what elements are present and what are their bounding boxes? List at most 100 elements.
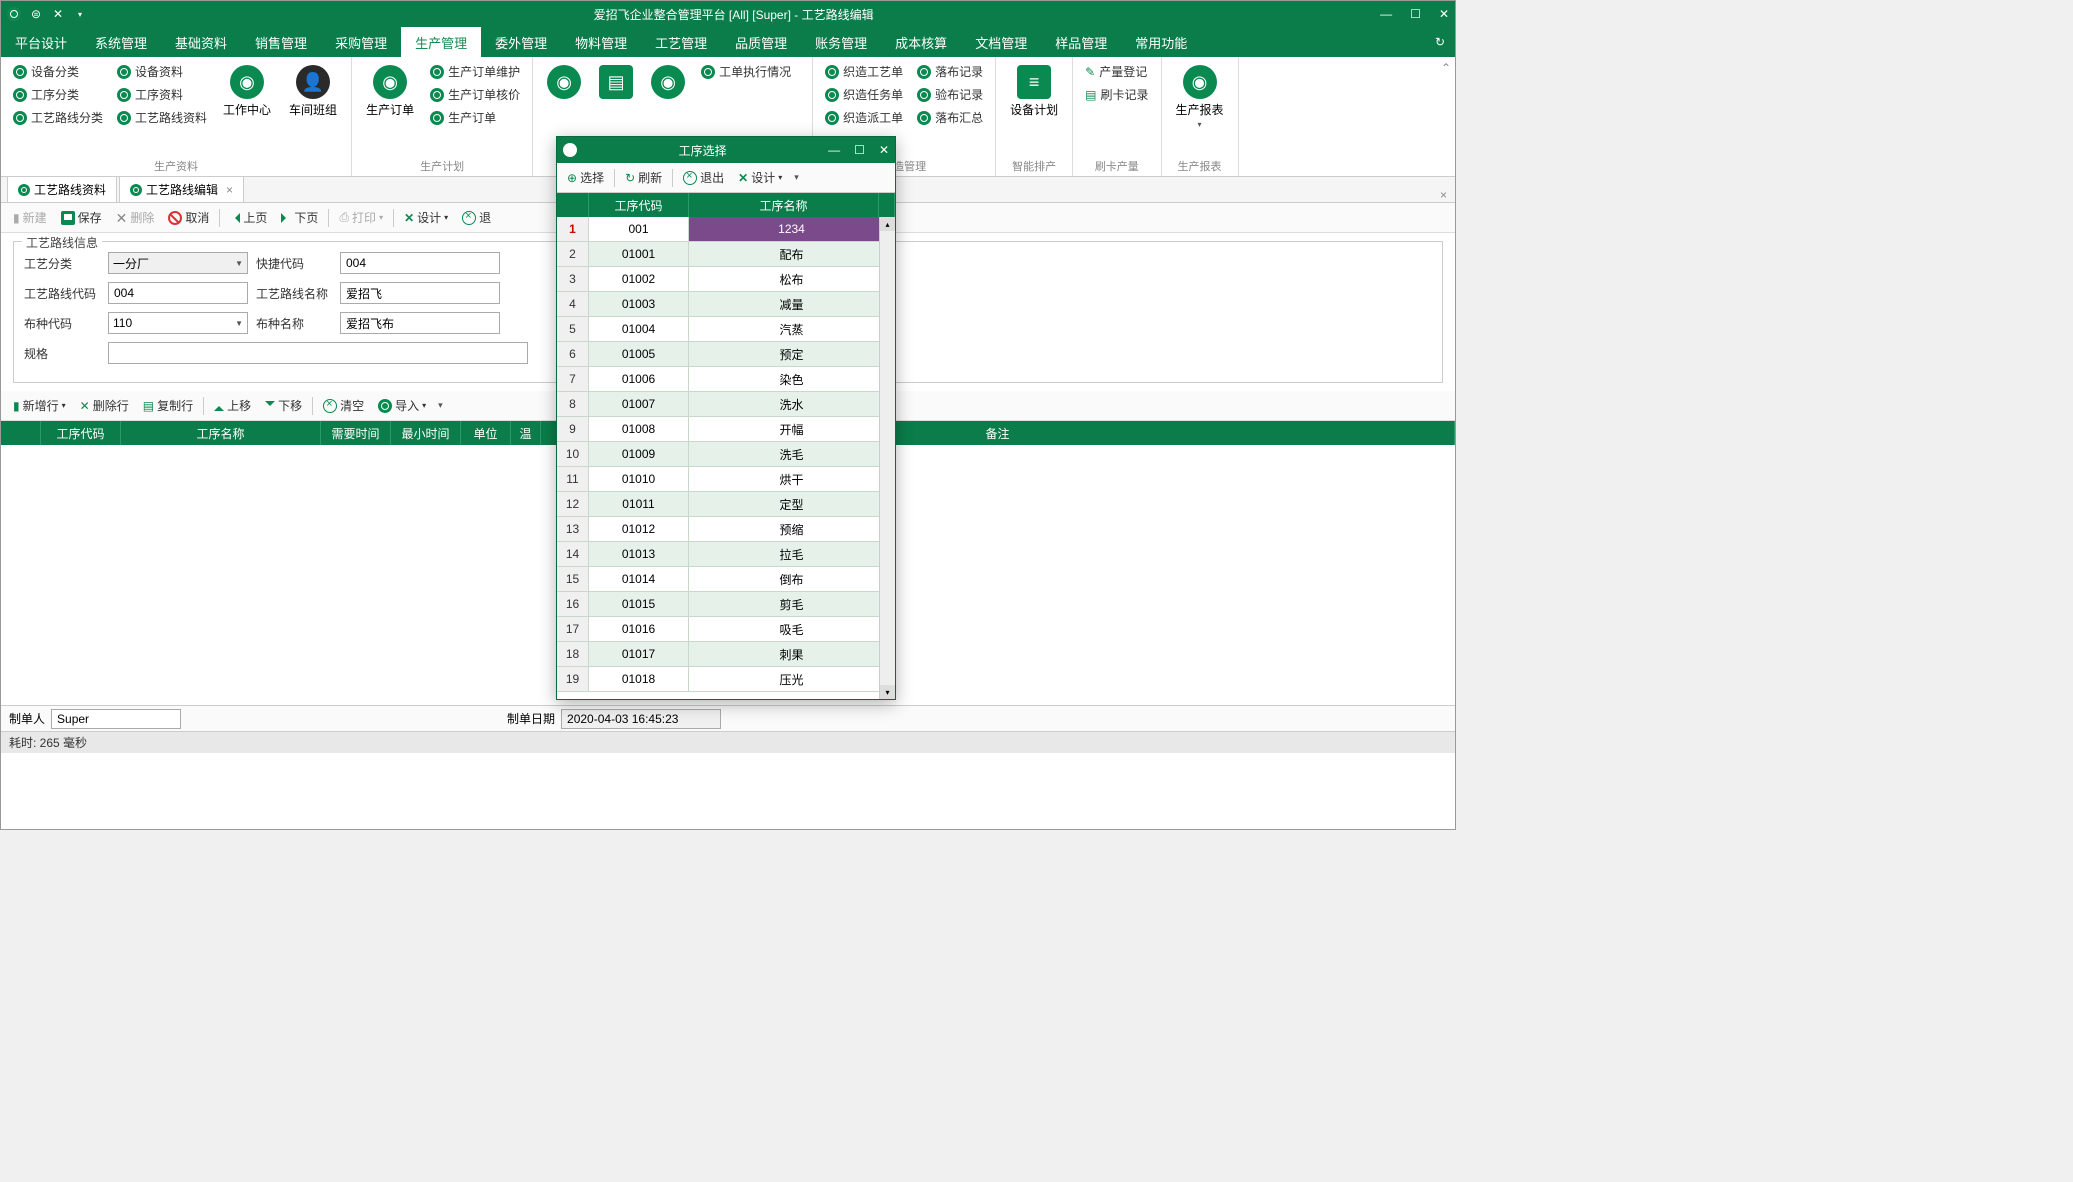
dropdown-icon[interactable]: ▾ xyxy=(73,7,87,21)
col-temp[interactable]: 温 xyxy=(511,421,541,445)
shortcode-input[interactable] xyxy=(340,252,500,274)
table-row[interactable]: 1701016吸毛 xyxy=(557,617,895,642)
save-button[interactable]: 保存 xyxy=(55,206,108,229)
ribbon-item[interactable]: 工艺路线资料 xyxy=(113,107,211,128)
delete-button[interactable]: ✕删除 xyxy=(110,206,161,229)
scroll-up-button[interactable]: ▴ xyxy=(880,217,895,231)
table-row[interactable]: 801007洗水 xyxy=(557,392,895,417)
menu-item-3[interactable]: 销售管理 xyxy=(241,27,321,57)
cancel-button[interactable]: 取消 xyxy=(162,206,215,229)
refresh-icon[interactable]: ↻ xyxy=(1425,27,1455,57)
production-order-button[interactable]: ◉ 生产订单 xyxy=(360,61,420,122)
spec-input[interactable] xyxy=(108,342,528,364)
col-time-needed[interactable]: 需要时间 xyxy=(321,421,391,445)
close-all-button[interactable]: × xyxy=(1432,188,1455,202)
table-row[interactable]: 10011234 xyxy=(557,217,895,242)
menu-item-0[interactable]: 平台设计 xyxy=(1,27,81,57)
move-down-button[interactable]: 下移 xyxy=(259,394,308,417)
table-row[interactable]: 501004汽蒸 xyxy=(557,317,895,342)
work-order-status-item[interactable]: 工单执行情况 xyxy=(697,61,795,82)
table-row[interactable]: 401003减量 xyxy=(557,292,895,317)
menu-item-2[interactable]: 基础资料 xyxy=(161,27,241,57)
overflow-indicator[interactable]: ▾ xyxy=(438,400,443,411)
category-select[interactable]: 一分厂▼ xyxy=(108,252,248,274)
wrench-icon[interactable]: ✕ xyxy=(51,7,65,21)
table-row[interactable]: 1901018压光 xyxy=(557,667,895,692)
select-button[interactable]: ⊕选择 xyxy=(561,166,610,189)
fabriccode-select[interactable]: 110▼ xyxy=(108,312,248,334)
clear-button[interactable]: 清空 xyxy=(317,394,370,417)
table-row[interactable]: 1101010烘干 xyxy=(557,467,895,492)
ribbon-item[interactable]: 落布汇总 xyxy=(913,107,987,128)
table-row[interactable]: 1501014倒布 xyxy=(557,567,895,592)
close-icon[interactable]: × xyxy=(226,183,233,197)
routecode-input[interactable] xyxy=(108,282,248,304)
add-row-button[interactable]: ▮新增行▾ xyxy=(7,394,72,417)
next-button[interactable]: 下页 xyxy=(275,206,324,229)
new-button[interactable]: ▮新建 xyxy=(7,206,53,229)
table-row[interactable]: 1301012预缩 xyxy=(557,517,895,542)
disk-icon[interactable]: ⊜ xyxy=(29,7,43,21)
col-process-code[interactable]: 工序代码 xyxy=(41,421,121,445)
ribbon-item[interactable]: 工艺路线分类 xyxy=(9,107,107,128)
ribbon-item[interactable]: 落布记录 xyxy=(913,61,987,82)
menu-item-13[interactable]: 样品管理 xyxy=(1041,27,1121,57)
tab-route-data[interactable]: 工艺路线资料 xyxy=(7,176,117,202)
tab-route-edit[interactable]: 工艺路线编辑 × xyxy=(119,176,244,202)
menu-item-6[interactable]: 委外管理 xyxy=(481,27,561,57)
maximize-button[interactable]: ☐ xyxy=(854,143,865,157)
menu-item-12[interactable]: 文档管理 xyxy=(961,27,1041,57)
fabricname-input[interactable] xyxy=(340,312,500,334)
ribbon-item[interactable]: 生产订单维护 xyxy=(426,61,524,82)
copy-row-button[interactable]: ▤复制行 xyxy=(137,394,199,417)
close-button[interactable]: ✕ xyxy=(879,143,889,157)
table-row[interactable]: 601005预定 xyxy=(557,342,895,367)
table-row[interactable]: 901008开幅 xyxy=(557,417,895,442)
print-button[interactable]: ⎙打印▾ xyxy=(333,206,389,229)
scrollbar[interactable]: ▴ ▾ xyxy=(879,217,895,699)
production-report-button[interactable]: ◉ 生产报表 ▾ xyxy=(1170,61,1230,133)
minimize-button[interactable]: — xyxy=(828,143,840,157)
table-row[interactable]: 1201011定型 xyxy=(557,492,895,517)
equipment-plan-button[interactable]: ≡ 设备计划 xyxy=(1004,61,1064,122)
menu-item-5[interactable]: 生产管理 xyxy=(401,27,481,57)
globe-icon[interactable] xyxy=(7,7,21,21)
col-rownum[interactable] xyxy=(1,421,41,445)
menu-item-7[interactable]: 物料管理 xyxy=(561,27,641,57)
prev-button[interactable]: 上页 xyxy=(224,206,273,229)
move-up-button[interactable]: 上移 xyxy=(208,394,257,417)
maximize-button[interactable]: ☐ xyxy=(1410,7,1421,21)
col-min-time[interactable]: 最小时间 xyxy=(391,421,461,445)
creator-input[interactable] xyxy=(51,709,181,729)
design-button[interactable]: ✕设计▾ xyxy=(398,206,454,229)
table-row[interactable]: 1401013拉毛 xyxy=(557,542,895,567)
card-record-item[interactable]: ▤刷卡记录 xyxy=(1081,84,1152,105)
dialog-design-button[interactable]: ✕设计▾ xyxy=(732,166,788,189)
delete-row-button[interactable]: ✕删除行 xyxy=(74,394,135,417)
table-row[interactable]: 201001配布 xyxy=(557,242,895,267)
col-process-name[interactable]: 工序名称 xyxy=(689,193,879,217)
close-button[interactable]: ✕ xyxy=(1439,7,1449,21)
menu-item-9[interactable]: 品质管理 xyxy=(721,27,801,57)
ribbon-item[interactable]: 工序分类 xyxy=(9,84,107,105)
refresh-button[interactable]: ↻刷新 xyxy=(619,166,668,189)
ribbon-item[interactable]: 设备资料 xyxy=(113,61,211,82)
menu-item-14[interactable]: 常用功能 xyxy=(1121,27,1201,57)
misc-big-1[interactable]: ◉ xyxy=(541,61,587,103)
table-row[interactable]: 301002松布 xyxy=(557,267,895,292)
scroll-down-button[interactable]: ▾ xyxy=(880,685,895,699)
ribbon-collapse-button[interactable]: ⌃ xyxy=(1437,57,1455,176)
table-row[interactable]: 1001009洗毛 xyxy=(557,442,895,467)
col-unit[interactable]: 单位 xyxy=(461,421,511,445)
menu-item-11[interactable]: 成本核算 xyxy=(881,27,961,57)
overflow-indicator[interactable]: ▾ xyxy=(794,172,799,183)
col-rownum[interactable] xyxy=(557,193,589,217)
routename-input[interactable] xyxy=(340,282,500,304)
table-row[interactable]: 1801017刺果 xyxy=(557,642,895,667)
work-center-button[interactable]: ◉ 工作中心 xyxy=(217,61,277,122)
ribbon-item[interactable]: 织造工艺单 xyxy=(821,61,907,82)
table-row[interactable]: 701006染色 xyxy=(557,367,895,392)
import-button[interactable]: 导入▾ xyxy=(372,394,432,417)
menu-item-10[interactable]: 账务管理 xyxy=(801,27,881,57)
ribbon-item[interactable]: 生产订单核价 xyxy=(426,84,524,105)
